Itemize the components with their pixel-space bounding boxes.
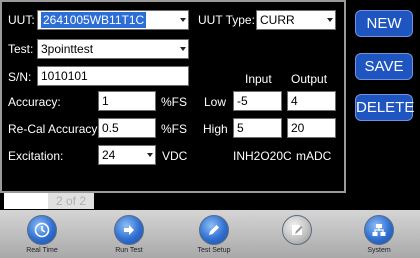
accuracy-input[interactable]: 1: [98, 91, 156, 111]
low-output-field[interactable]: 4: [287, 91, 336, 111]
nav-edit-disabled-button: [267, 210, 327, 258]
recal-accuracy-unit: %FS: [161, 122, 188, 136]
chevron-down-icon: [180, 18, 186, 22]
input-unit: INH2O20C: [233, 149, 292, 163]
pencil-icon: [199, 215, 229, 245]
network-icon: [364, 215, 394, 245]
nav-system-button[interactable]: System: [349, 210, 409, 258]
edit-disabled-icon: [282, 215, 312, 245]
arrow-right-icon: [114, 215, 144, 245]
recal-accuracy-label: Re-Cal Accuracy:: [8, 122, 101, 136]
excitation-unit: VDC: [162, 149, 188, 163]
excitation-label: Excitation:: [8, 149, 64, 163]
excitation-value: 24: [102, 148, 116, 162]
page-tab-1[interactable]: [4, 193, 48, 209]
uut-select[interactable]: 2641005WB11T1C: [37, 10, 189, 30]
delete-button[interactable]: DELETE: [355, 94, 414, 121]
nav-test-setup-button[interactable]: Test Setup: [184, 210, 244, 258]
chevron-down-icon: [180, 47, 186, 51]
sn-input[interactable]: 1010101: [37, 66, 189, 86]
high-input-field[interactable]: 5: [233, 118, 282, 138]
save-button[interactable]: SAVE: [355, 53, 413, 80]
nav-run-test-button[interactable]: Run Test: [99, 210, 159, 258]
chevron-down-icon: [327, 18, 333, 22]
test-select[interactable]: 3pointtest: [37, 39, 189, 59]
uut-type-value: CURR: [260, 13, 295, 27]
uut-label: UUT:: [8, 13, 35, 27]
page-indicator[interactable]: 2 of 2: [48, 193, 94, 209]
high-output-field[interactable]: 20: [287, 118, 336, 138]
nav-real-time-button[interactable]: Real Time: [12, 210, 72, 258]
high-label: High: [203, 122, 228, 136]
chevron-down-icon: [147, 153, 153, 157]
low-label: Low: [204, 95, 227, 109]
uut-type-label: UUT Type:: [198, 13, 255, 27]
recal-accuracy-input[interactable]: 0.5: [98, 118, 156, 138]
nav-real-time-label: Real Time: [26, 247, 58, 254]
nav-test-setup-label: Test Setup: [197, 247, 231, 254]
new-button[interactable]: NEW: [355, 10, 413, 37]
output-header: Output: [291, 72, 328, 86]
sn-label: S/N:: [8, 70, 32, 84]
nav-system-label: System: [367, 247, 391, 254]
input-header: Input: [245, 72, 272, 86]
test-label: Test:: [8, 42, 34, 56]
output-unit: mADC: [296, 149, 332, 163]
low-input-field[interactable]: -5: [233, 91, 282, 111]
excitation-select[interactable]: 24: [98, 145, 156, 165]
accuracy-unit: %FS: [161, 95, 188, 109]
bottom-nav-bar: Real Time Run Test Test Setup System: [0, 210, 420, 258]
nav-run-test-label: Run Test: [115, 247, 143, 254]
accuracy-label: Accuracy:: [8, 95, 61, 109]
clock-icon: [27, 215, 57, 245]
uut-select-value: 2641005WB11T1C: [41, 12, 147, 28]
test-select-value: 3pointtest: [41, 42, 94, 56]
uut-type-select[interactable]: CURR: [256, 10, 336, 30]
